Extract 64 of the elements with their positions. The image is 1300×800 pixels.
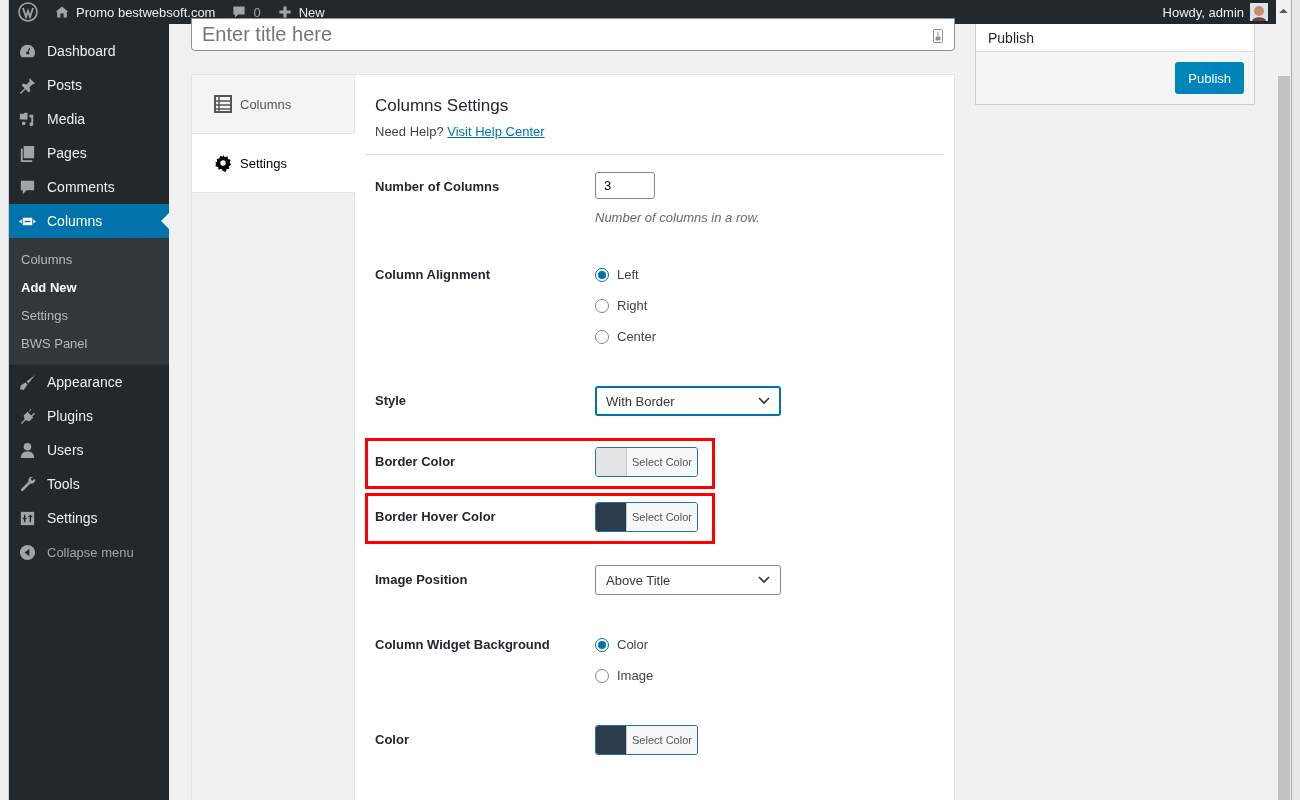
menu-item[interactable]: Media bbox=[9, 102, 169, 136]
gear-icon bbox=[214, 154, 232, 172]
new-link[interactable]: New bbox=[276, 4, 325, 20]
field-label: Number of Columns bbox=[375, 178, 501, 194]
field-label: Style bbox=[375, 392, 408, 408]
dropdown[interactable]: With Border bbox=[595, 386, 781, 416]
comment-icon bbox=[231, 4, 248, 20]
collapse-icon bbox=[18, 542, 37, 562]
chevron-down-icon bbox=[758, 576, 770, 584]
menu-item[interactable]: Users bbox=[9, 433, 169, 467]
submenu-item[interactable]: Settings bbox=[9, 301, 169, 329]
field-label: Image Position bbox=[375, 571, 469, 587]
menu-item[interactable]: Tools bbox=[9, 467, 169, 501]
field-label: Border Color bbox=[375, 453, 457, 469]
account-link[interactable]: Howdy, admin bbox=[1162, 3, 1268, 21]
menu-item[interactable]: Columns bbox=[9, 204, 169, 238]
avatar-icon bbox=[1250, 3, 1268, 21]
help-text: Need Help? bbox=[375, 124, 444, 139]
submenu-item[interactable]: Add New bbox=[9, 273, 169, 301]
help-link[interactable]: Visit Help Center bbox=[447, 124, 545, 139]
dropdown[interactable]: Above Title bbox=[595, 565, 781, 595]
radio-option[interactable]: Color bbox=[595, 630, 654, 659]
radio-option[interactable]: Center bbox=[595, 322, 657, 351]
chevron-down-icon bbox=[758, 397, 770, 405]
color-picker-button[interactable]: Select Color bbox=[595, 725, 698, 755]
color-picker-button[interactable]: Select Color bbox=[595, 447, 698, 477]
field-label: Border Hover Color bbox=[375, 508, 497, 524]
menu-item[interactable]: Settings bbox=[9, 501, 169, 535]
tab[interactable]: Settings bbox=[192, 134, 355, 193]
menu-item[interactable]: Appearance bbox=[9, 365, 169, 399]
radio-button[interactable] bbox=[595, 298, 609, 313]
field-label: Column Widget Background bbox=[375, 636, 551, 652]
panel-title: Columns Settings bbox=[375, 96, 510, 116]
title-field[interactable]: Enter title here bbox=[191, 18, 955, 51]
collapse-menu-button[interactable]: Collapse menu bbox=[9, 535, 169, 569]
radio-option[interactable]: Left bbox=[595, 260, 657, 289]
comments-link[interactable]: 0 bbox=[231, 4, 261, 20]
number-field[interactable]: 3 bbox=[595, 172, 655, 199]
menu-item[interactable]: Comments bbox=[9, 170, 169, 204]
menu-item[interactable]: Plugins bbox=[9, 399, 169, 433]
menu-item[interactable]: Dashboard bbox=[9, 34, 169, 68]
radio-option[interactable]: Right bbox=[595, 291, 657, 320]
submenu-item[interactable]: Columns bbox=[9, 245, 169, 273]
table-icon bbox=[214, 95, 232, 113]
field-label: Column Alignment bbox=[375, 266, 492, 282]
key-icon bbox=[933, 29, 943, 43]
radio-button[interactable] bbox=[595, 329, 609, 344]
field-hint: Number of columns in a row. bbox=[595, 210, 760, 225]
color-picker-button[interactable]: Select Color bbox=[595, 502, 698, 532]
box-title: Publish bbox=[988, 29, 1034, 46]
field-label: Color bbox=[375, 731, 410, 747]
menu-item[interactable]: Posts bbox=[9, 68, 169, 102]
radio-button[interactable] bbox=[595, 267, 609, 282]
site-link[interactable]: Promo bestwebsoft.com bbox=[54, 4, 216, 20]
scroll-up-icon[interactable] bbox=[1279, 8, 1288, 13]
plus-icon bbox=[276, 4, 293, 20]
radio-button[interactable] bbox=[595, 668, 609, 683]
home-icon bbox=[54, 4, 70, 20]
radio-button[interactable] bbox=[595, 637, 609, 652]
submenu-item[interactable]: BWS Panel bbox=[9, 329, 169, 357]
publish-button[interactable]: Publish bbox=[1175, 62, 1244, 94]
wordpress-logo-icon[interactable] bbox=[18, 2, 38, 22]
menu-item[interactable]: Pages bbox=[9, 136, 169, 170]
radio-option[interactable]: Image bbox=[595, 661, 654, 690]
